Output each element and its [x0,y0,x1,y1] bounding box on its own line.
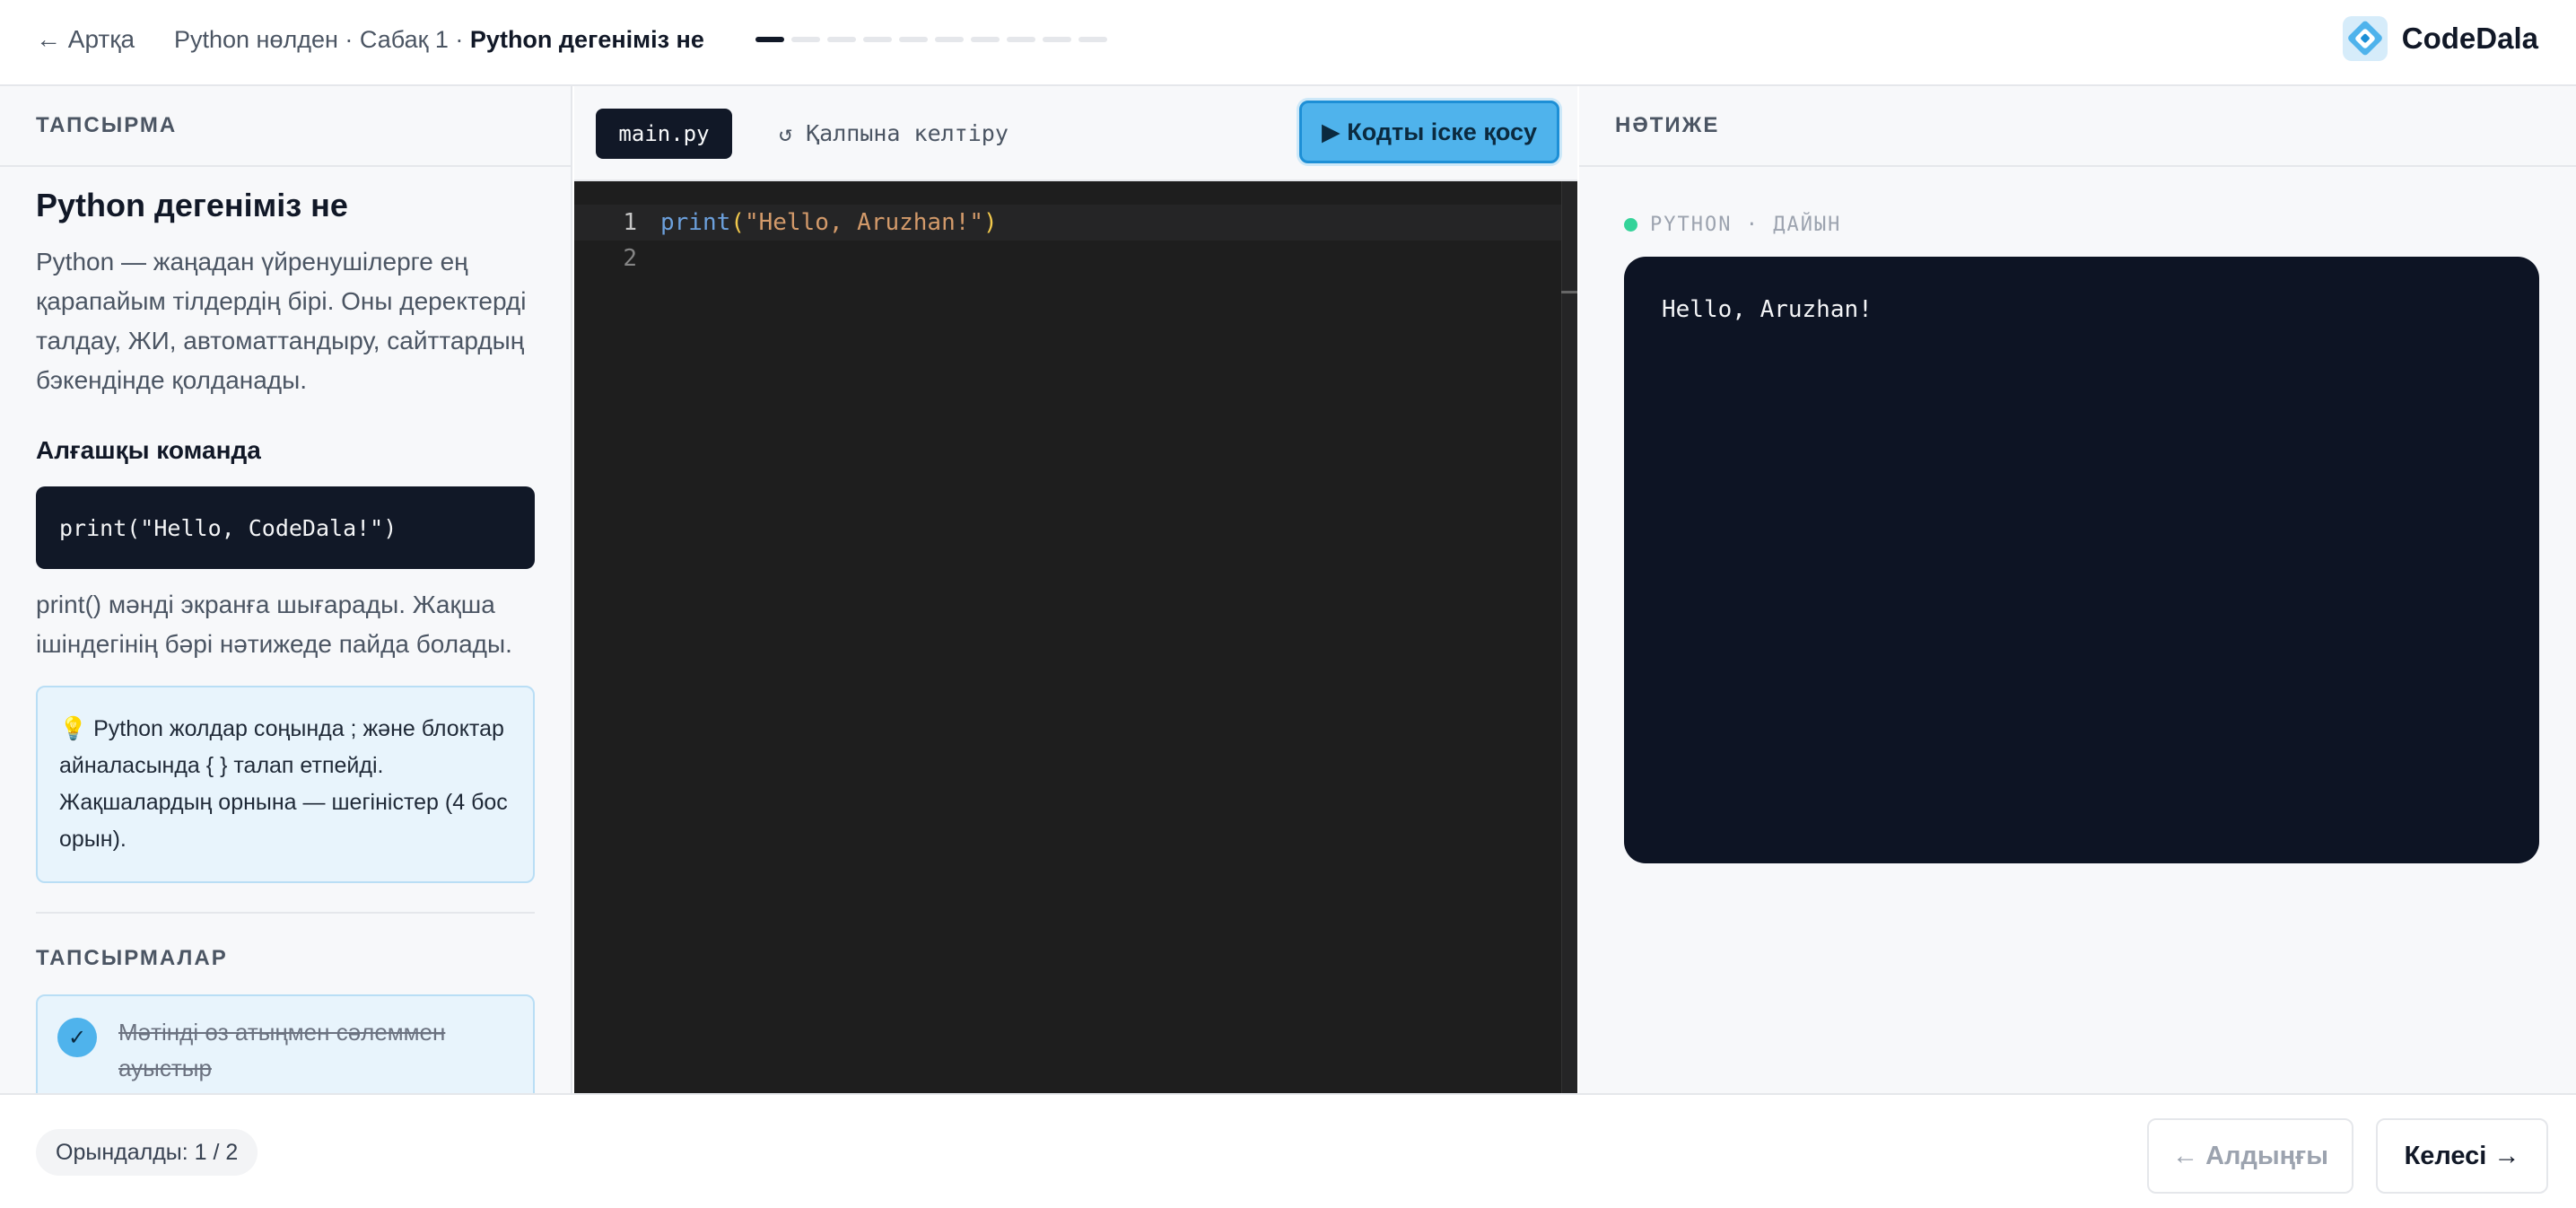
lesson-explanation: print() мәнді экранға шығарады. Жақша іш… [36,591,512,658]
back-label[interactable]: ← Артқа [36,25,135,54]
output-text: Hello, Aruzhan! [1662,296,1873,323]
code-token-paren-open: ( [730,209,745,236]
editor-scrollbar[interactable] [1561,181,1577,1093]
footer-bar: Орындалды: 1 / 2 ← Алдыңғы Келесі → [0,1093,2576,1208]
run-status: PYTHON · ДАЙЫН [1624,214,1841,236]
progress-segment [971,37,1000,42]
code-token-paren-close: ) [983,209,998,236]
reset-button[interactable]: ↺ Қалпына келтіру [779,120,1009,146]
code-line[interactable]: 1 print("Hello, Aruzhan!") [574,205,1561,241]
progress-segment [827,37,856,42]
progress-segment [1078,37,1107,42]
file-tab-main[interactable]: main.py [596,109,732,159]
next-button[interactable]: Келесі → [2376,1118,2548,1194]
progress-segment [1043,37,1071,42]
logo: CodeDala [2341,14,2538,63]
progress-segment [863,37,892,42]
progress-segment [1007,37,1035,42]
scrollbar-marker [1561,291,1577,293]
back-link[interactable]: ← Артқа [36,25,135,54]
editor-toolbar: main.py ↺ Қалпына келтіру ▶ Кодты іске қ… [574,86,1577,181]
logo-text: CodeDala [2401,22,2538,55]
code-line[interactable]: 2 [574,241,1561,276]
code-example: print("Hello, CodeDala!") [36,486,535,569]
progress-segment [791,37,820,42]
completion-badge: Орындалды: 1 / 2 [36,1129,258,1176]
lesson-subheading: Алғашқы команда [36,436,261,464]
progress-segment [755,37,784,42]
task-section-label: ТАПСЫРМА [0,86,571,167]
breadcrumb: Python нөлден · Сабақ 1 · Python дегенім… [174,26,704,54]
code-token-function: print [660,209,731,236]
result-section-label: НӘТИЖЕ [1579,86,2576,167]
output-console: Hello, Aruzhan! [1624,257,2539,863]
line-text[interactable]: print("Hello, Aruzhan!") [644,209,998,236]
divider [36,912,535,914]
line-number: 1 [623,209,637,236]
code-input[interactable]: 1 print("Hello, Aruzhan!") 2 [574,181,1577,1093]
tasks-label: ТАПСЫРМАЛАР [36,946,228,970]
result-panel: НӘТИЖЕ PYTHON · ДАЙЫН Hello, Aruzhan! [1579,86,2576,1093]
task-label: Мәтінді өз атыңмен сәлеммен ауыстыр [118,1019,446,1081]
task-item[interactable]: ✓ Мәтінді өз атыңмен сәлеммен ауыстыр [36,994,535,1093]
previous-button[interactable]: ← Алдыңғы [2147,1118,2353,1194]
checkmark-icon: ✓ [57,1018,97,1057]
breadcrumb-prefix: Python нөлден · Сабақ 1 · [174,26,470,53]
progress-segment [899,37,928,42]
progress-segment [935,37,964,42]
lesson-title: Python дегеніміз не [36,187,348,223]
run-code-button[interactable]: ▶ Кодты іске қосу [1299,101,1559,163]
code-token-string: "Hello, Aruzhan!" [744,209,984,236]
code-editor: main.py ↺ Қалпына келтіру ▶ Кодты іске қ… [574,86,1577,1093]
lesson-progress [755,37,1107,42]
status-text: PYTHON · ДАЙЫН [1650,214,1842,236]
task-panel: ТАПСЫРМА Python дегеніміз не Python — жа… [0,86,572,1093]
tip-box: 💡 Python жолдар соңында ; және блоктар а… [36,686,535,883]
line-number: 2 [623,245,637,272]
status-dot-icon [1624,218,1637,232]
codedala-logo-icon [2342,16,2388,61]
lesson-intro: Python — жаңадан үйренушілерге ең қарапа… [36,248,527,394]
breadcrumb-current: Python дегеніміз не [469,26,704,53]
top-bar: ← Артқа Python нөлден · Сабақ 1 · Python… [0,0,2576,86]
